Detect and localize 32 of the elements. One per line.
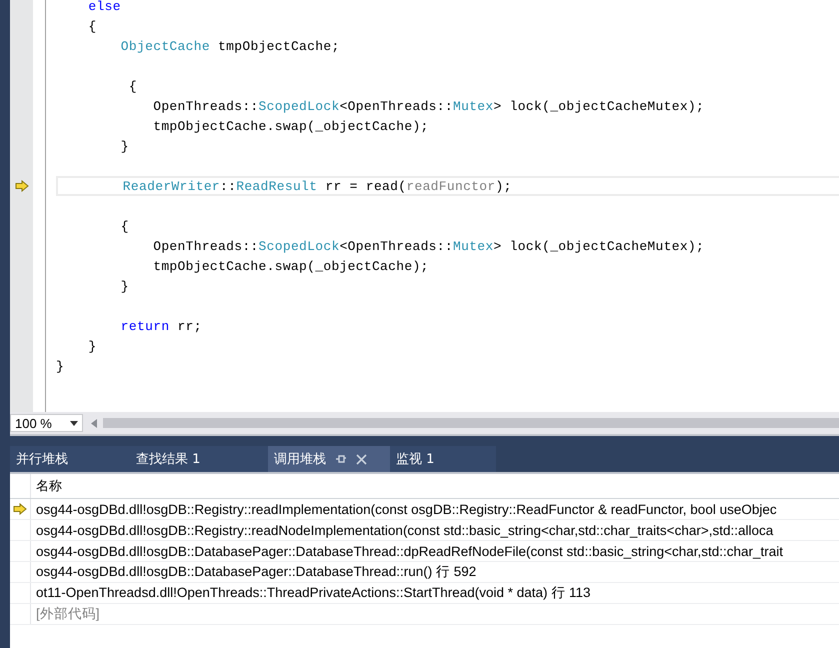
code-line: tmpObjectCache.swap(_objectCache); [152, 258, 429, 274]
code-line: { [120, 218, 129, 234]
stack-frame[interactable]: [外部代码] [31, 605, 100, 623]
caret-icon [70, 420, 78, 426]
stack-frame[interactable]: osg44-osgDBd.dll!osgDB::DatabasePager::DatabaseThread::dpReadRefNodeFile(const std::basic_string<char,std::char_trait [31, 544, 784, 558]
scroll-left-icon[interactable] [91, 418, 97, 428]
code-line: return rr; [120, 318, 202, 334]
tool-tab[interactable]: 查找结果 1 [130, 446, 268, 472]
code-line: { [128, 78, 138, 94]
code-line: } [56, 358, 64, 374]
code-line: ReaderWriter::ReadResult rr = read(readFunctor); [122, 178, 512, 194]
code-line: OpenThreads::ScopedLock<OpenThreads::Mutex> lock(_objectCacheMutex); [152, 98, 704, 114]
code-line: OpenThreads::ScopedLock<OpenThreads::Mutex> lock(_objectCacheMutex); [152, 238, 704, 254]
stack-frame[interactable]: osg44-osgDBd.dll!osgDB::Registry::readNodeImplementation(const std::basic_string<char,std::char_traits<char>,std::alloca [31, 522, 774, 538]
code-line: ObjectCache tmpObjectCache; [120, 38, 340, 54]
stack-frame[interactable]: osg44-osgDBd.dll!osgDB::Registry::readImplementation(const osgDB::Registry::ReadFunctor & readFunctor, bool useObjec [31, 502, 777, 516]
code-line: } [120, 278, 129, 294]
code-line: } [120, 138, 129, 154]
zoom-dropdown[interactable]: 100 % [10, 414, 83, 432]
column-header[interactable]: 名称 [31, 477, 62, 495]
pin-icon[interactable] [336, 454, 346, 464]
close-icon[interactable] [356, 454, 367, 464]
code-line: tmpObjectCache.swap(_objectCache); [152, 118, 429, 134]
tool-tab[interactable]: 调用堆栈 [268, 446, 390, 472]
tool-tab[interactable]: 并行堆栈 [10, 446, 130, 472]
stack-frame[interactable]: ot11-OpenThreadsd.dll!OpenThreads::ThreadPrivateActions::StartThread(void * data) 行 113 [31, 584, 591, 602]
horizontal-scrollbar[interactable] [103, 418, 839, 428]
code-line: } [87, 338, 97, 354]
code-line: else [87, 0, 121, 14]
stack-frame[interactable]: osg44-osgDBd.dll!osgDB::DatabasePager::DatabaseThread::run() 行 592 [31, 563, 476, 581]
tool-tab[interactable]: 监视 1 [390, 446, 496, 472]
code-line: { [87, 18, 97, 34]
